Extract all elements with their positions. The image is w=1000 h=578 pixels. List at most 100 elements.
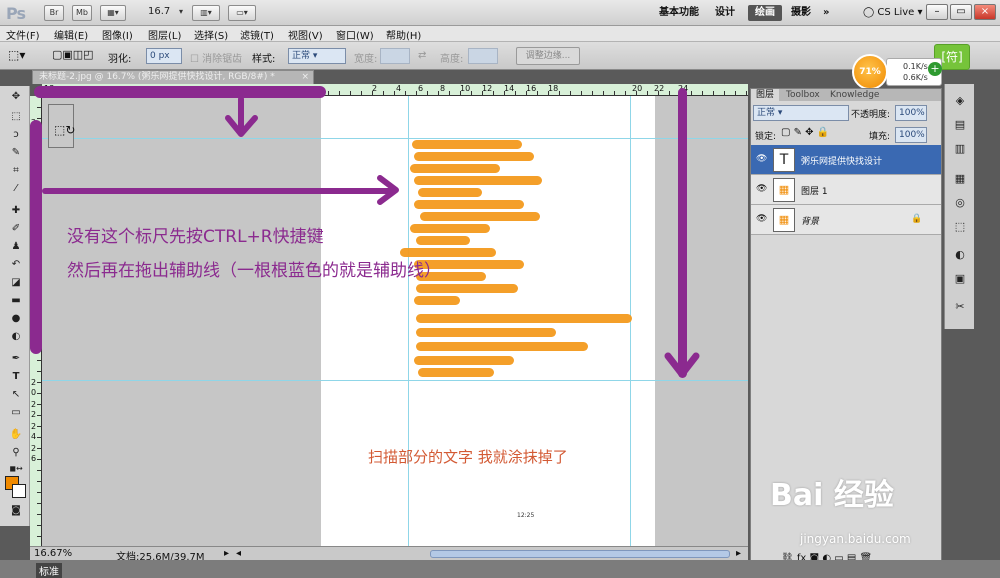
style-select[interactable]: 正常 ▾ bbox=[288, 48, 346, 64]
scroll-left-arrow[interactable]: ◂ bbox=[236, 548, 241, 559]
quick-selection-tool-icon[interactable]: ✎ bbox=[8, 146, 24, 160]
blur-tool-icon[interactable]: ● bbox=[8, 312, 24, 326]
arrange-documents-dropdown[interactable]: ▥▾ bbox=[192, 5, 220, 21]
menu-layer[interactable]: 图层(L) bbox=[148, 27, 181, 42]
menu-file[interactable]: 文件(F) bbox=[6, 27, 40, 42]
ruler-tick: 2 bbox=[31, 410, 37, 419]
painted-out-text bbox=[414, 356, 514, 365]
swap-dimensions-icon[interactable]: ⇄ bbox=[418, 50, 426, 61]
cs-live-button[interactable]: ◯ CS Live ▾ bbox=[856, 5, 930, 21]
panel-icon[interactable]: ⬚↻ bbox=[54, 123, 75, 137]
menu-filter[interactable]: 滤镜(T) bbox=[240, 27, 274, 42]
workspace-essentials[interactable]: 基本功能 bbox=[652, 5, 706, 21]
more-workspaces-button[interactable]: » bbox=[816, 5, 836, 21]
spot-healing-tool-icon[interactable]: ✚ bbox=[8, 204, 24, 218]
horizontal-guide[interactable] bbox=[42, 380, 748, 381]
layers-panel-icon[interactable]: ◈ bbox=[952, 94, 968, 108]
scroll-right-arrow[interactable]: ▸ bbox=[736, 548, 741, 559]
floating-tool-panel[interactable]: ⬚↻ bbox=[48, 104, 75, 148]
close-window-button[interactable]: × bbox=[974, 4, 996, 20]
feather-input[interactable]: 0 px bbox=[146, 48, 182, 64]
menu-select[interactable]: 选择(S) bbox=[194, 27, 228, 42]
lock-buttons[interactable]: ▢ ✎ ✥ 🔒 bbox=[781, 127, 829, 138]
brush-tool-icon[interactable]: ✐ bbox=[8, 222, 24, 236]
eye-icon[interactable]: 👁 bbox=[756, 154, 767, 164]
fill-input[interactable]: 100% bbox=[895, 127, 927, 143]
document-tab[interactable]: 未标题-2.jpg @ 16.7% (粥乐网提供快找设计, RGB/8#) * … bbox=[32, 70, 314, 84]
refine-edge-button[interactable]: 调整边缘... bbox=[516, 47, 580, 65]
plus-icon[interactable]: + bbox=[928, 62, 942, 76]
pen-tool-icon[interactable]: ✒ bbox=[8, 352, 24, 366]
zoom-level-dropdown[interactable]: 16.7 bbox=[148, 6, 170, 17]
close-document-icon[interactable]: × bbox=[301, 71, 309, 84]
workspace-design[interactable]: 设计 bbox=[708, 5, 742, 21]
horizontal-guide[interactable] bbox=[42, 138, 748, 139]
screen-mode-dropdown[interactable]: ▭▾ bbox=[228, 5, 256, 21]
hand-tool-icon[interactable]: ✋ bbox=[8, 428, 24, 442]
selection-mode-buttons[interactable]: ▢▣◫◰ bbox=[52, 48, 94, 61]
gradient-tool-icon[interactable]: ▬ bbox=[8, 294, 24, 308]
extras-dropdown[interactable]: ▦▾ bbox=[100, 5, 126, 21]
brush-presets-icon[interactable]: ◎ bbox=[952, 196, 968, 210]
layer-row-background[interactable]: 👁 ▦ 背景 🔒 bbox=[751, 205, 941, 235]
workspace-painting[interactable]: 绘画 bbox=[748, 5, 782, 21]
launch-bridge-button[interactable]: Br bbox=[44, 5, 64, 21]
swatches-panel-icon[interactable]: ▣ bbox=[952, 272, 968, 286]
color-panel-icon[interactable]: ◐ bbox=[952, 248, 968, 262]
paths-panel-icon[interactable]: ▥ bbox=[952, 142, 968, 156]
chevron-down-icon[interactable]: ▾ bbox=[176, 5, 186, 21]
input-method-indicator[interactable]: 标准 bbox=[36, 563, 62, 578]
document-canvas[interactable]: 12:25 没有这个标尺先按CTRL+R快捷键 然后再在拖出辅助线（一根根蓝色的… bbox=[42, 96, 748, 546]
rectangle-shape-tool-icon[interactable]: ▭ bbox=[8, 406, 24, 420]
status-menu-arrow[interactable]: ▸ bbox=[224, 548, 229, 559]
status-zoom[interactable]: 16.67% bbox=[34, 548, 72, 559]
width-input[interactable] bbox=[380, 48, 410, 64]
status-bar: 16.67% 文档:25.6M/39.7M ▸ ◂ ▸ bbox=[30, 546, 748, 563]
maximize-button[interactable]: ▭ bbox=[950, 4, 972, 20]
dodge-tool-icon[interactable]: ◐ bbox=[8, 330, 24, 344]
path-selection-tool-icon[interactable]: ↖ bbox=[8, 388, 24, 402]
background-color-swatch[interactable] bbox=[12, 484, 26, 498]
crop-tool-icon[interactable]: ⌗ bbox=[8, 164, 24, 178]
horizontal-scrollbar[interactable] bbox=[430, 550, 730, 558]
eraser-tool-icon[interactable]: ◪ bbox=[8, 276, 24, 290]
clone-source-icon[interactable]: ⬚ bbox=[952, 220, 968, 234]
rectangular-marquee-tool-icon[interactable]: ⬚ bbox=[8, 110, 24, 124]
move-tool-icon[interactable]: ✥ bbox=[8, 90, 24, 104]
launch-minibridge-button[interactable]: Mb bbox=[72, 5, 92, 21]
minimize-button[interactable]: – bbox=[926, 4, 948, 20]
baidu-jingyan-url: jingyan.baidu.com bbox=[800, 532, 911, 546]
layer-row-layer1[interactable]: 👁 ▦ 图层 1 bbox=[751, 175, 941, 205]
default-colors-icon[interactable]: ◼↔ bbox=[8, 462, 24, 476]
menu-view[interactable]: 视图(V) bbox=[288, 27, 323, 42]
lasso-tool-icon[interactable]: ↄ bbox=[8, 128, 24, 142]
channels-panel-icon[interactable]: ▤ bbox=[952, 118, 968, 132]
vertical-guide[interactable] bbox=[408, 96, 409, 546]
adjustments-panel-icon[interactable]: ▦ bbox=[952, 172, 968, 186]
tab-toolbox[interactable]: Toolbox bbox=[781, 89, 825, 101]
layer-row-text[interactable]: 👁 T 粥乐网提供快找设计 bbox=[751, 145, 941, 175]
history-brush-tool-icon[interactable]: ↶ bbox=[8, 258, 24, 272]
tool-presets-icon[interactable]: ✂ bbox=[952, 300, 968, 314]
height-input[interactable] bbox=[468, 48, 498, 64]
blend-mode-select[interactable]: 正常 ▾ bbox=[753, 105, 849, 121]
menu-edit[interactable]: 编辑(E) bbox=[54, 27, 88, 42]
eye-icon[interactable]: 👁 bbox=[756, 184, 767, 194]
opacity-input[interactable]: 100% bbox=[895, 105, 927, 121]
annotation-ruler-shortcut: 没有这个标尺先按CTRL+R快捷键 bbox=[67, 227, 324, 247]
type-tool-icon[interactable]: T bbox=[8, 370, 24, 384]
clone-stamp-tool-icon[interactable]: ♟ bbox=[8, 240, 24, 254]
eyedropper-tool-icon[interactable]: ⁄ bbox=[8, 182, 24, 196]
workspace-photography[interactable]: 摄影 bbox=[784, 5, 818, 21]
network-usage-ball[interactable]: 71% bbox=[852, 54, 888, 90]
zoom-tool-icon[interactable]: ⚲ bbox=[8, 446, 24, 460]
quick-mask-icon[interactable]: ◙ bbox=[8, 504, 24, 518]
eye-icon[interactable]: 👁 bbox=[756, 214, 767, 224]
tab-layers[interactable]: 图层 bbox=[751, 89, 780, 101]
antialias-checkbox[interactable]: ☐ 消除锯齿 bbox=[190, 50, 242, 65]
menu-image[interactable]: 图像(I) bbox=[102, 27, 133, 42]
tab-knowledge[interactable]: Knowledge bbox=[825, 89, 884, 101]
menu-help[interactable]: 帮助(H) bbox=[386, 27, 421, 42]
menu-window[interactable]: 窗口(W) bbox=[336, 27, 374, 42]
marquee-tool-preset-icon[interactable]: ⬚▾ bbox=[8, 48, 25, 62]
